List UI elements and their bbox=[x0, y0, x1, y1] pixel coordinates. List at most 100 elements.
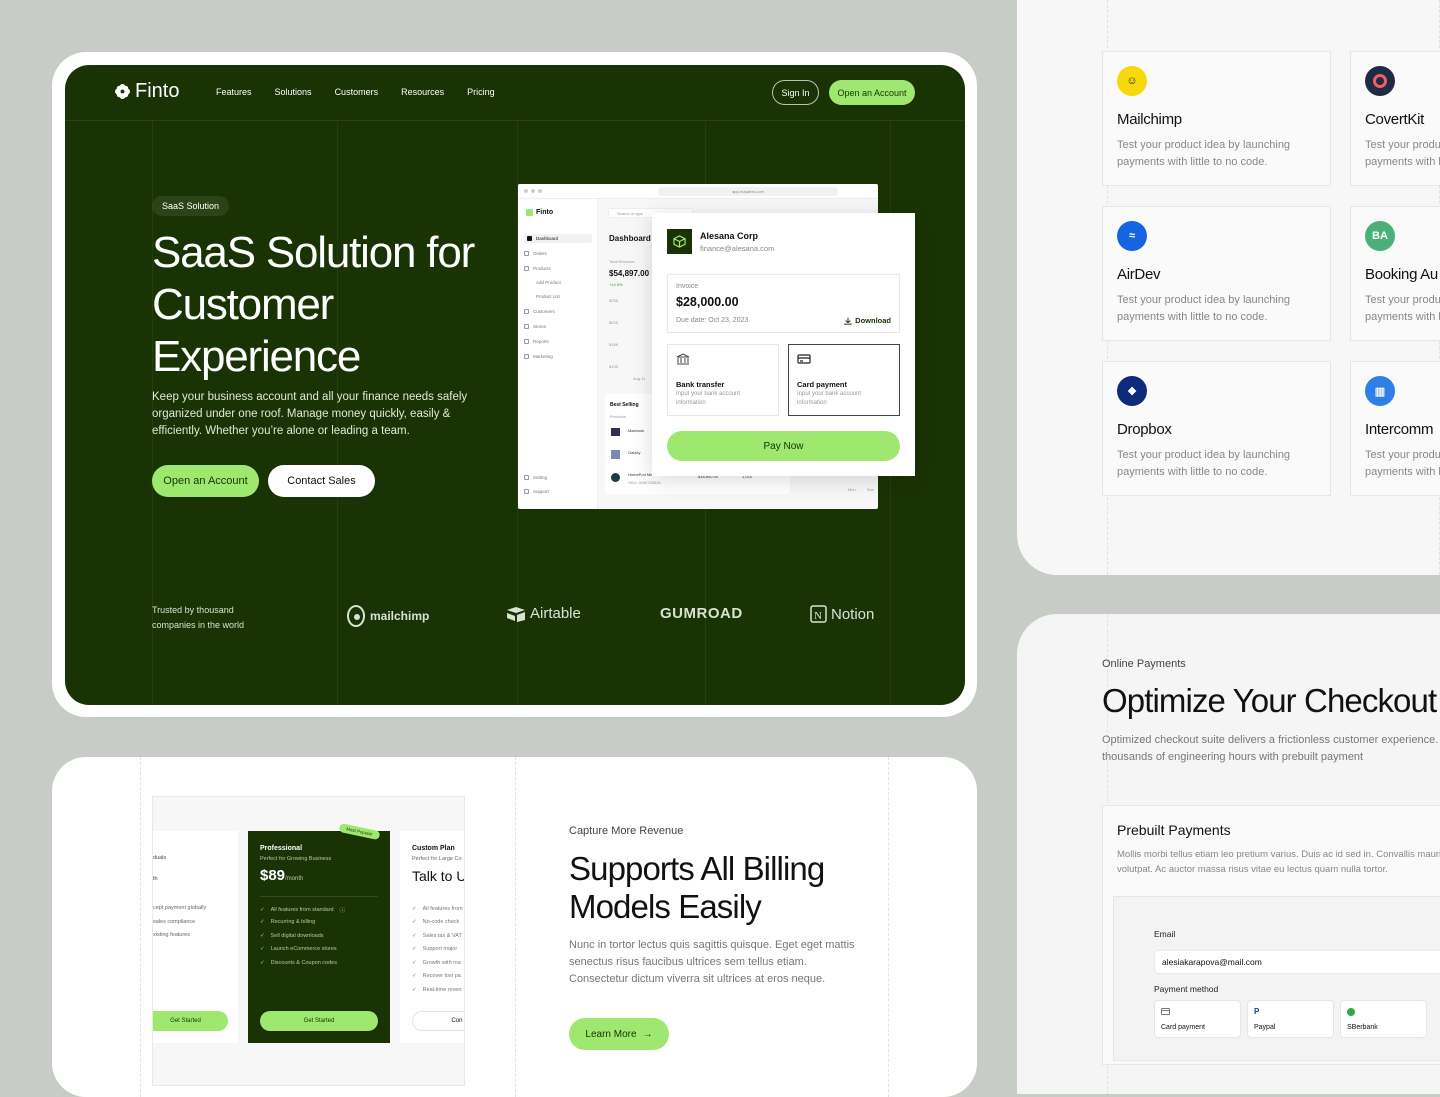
invoice-label: Invoice bbox=[676, 283, 699, 290]
integration-name: CovertKit bbox=[1365, 111, 1424, 128]
sidebar-item-customers[interactable]: Customers bbox=[524, 309, 555, 314]
product-name: Galaxy bbox=[628, 450, 641, 455]
sign-in-button[interactable]: Sign In bbox=[772, 80, 819, 105]
method-card-payment[interactable]: Card payment bbox=[1154, 1000, 1241, 1038]
sidebar-item-stores[interactable]: Stores bbox=[524, 324, 546, 329]
sidebar-item-dashboard[interactable]: Dashboard bbox=[524, 234, 592, 243]
plan-name: Professional bbox=[260, 845, 303, 852]
integration-desc: Test your product idea by launching paym… bbox=[1117, 294, 1291, 323]
integration-card-dropbox[interactable]: ❖ Dropbox Test your product idea by laun… bbox=[1102, 361, 1331, 496]
method-label: Card payment bbox=[1161, 1024, 1205, 1031]
nav-pricing[interactable]: Pricing bbox=[467, 87, 495, 97]
nav-resources[interactable]: Resources bbox=[401, 87, 444, 97]
hero-description: Keep your business account and all your … bbox=[152, 391, 468, 437]
invoice-amount: $28,000.00 bbox=[676, 295, 739, 309]
plan-feature: ✓ All features from standard ⓘ bbox=[260, 907, 346, 914]
top-nav: Finto Features Solutions Customers Resou… bbox=[65, 65, 965, 121]
invoice-popup: Alesana Corp finance@alesana.com Invoice… bbox=[652, 213, 915, 476]
revenue-value: $54,897.00 bbox=[609, 269, 650, 278]
learn-more-button[interactable]: Learn More → bbox=[569, 1018, 669, 1050]
integration-desc: Test your product idea by launching paym… bbox=[1365, 139, 1440, 168]
plan-professional: Professional Perfect for Growing Busines… bbox=[248, 831, 390, 1043]
plan-feature: ✓ Recurring & billing bbox=[260, 919, 316, 925]
sidebar-item-setting[interactable]: Setting bbox=[524, 475, 547, 480]
integration-card-airdev[interactable]: ≈ AirDev Test your product idea by launc… bbox=[1102, 206, 1331, 341]
plan-feature: ✓ No-code check bbox=[412, 919, 460, 925]
sidebar-item-product-list[interactable]: Product List bbox=[536, 294, 560, 299]
sidebar-item-marketing[interactable]: Marketing bbox=[524, 354, 553, 359]
day-label: Sun bbox=[867, 487, 875, 492]
revenue-label: Total Revenue bbox=[609, 259, 635, 264]
mailchimp-logo-icon bbox=[347, 605, 365, 627]
check-icon: ✓ bbox=[260, 919, 265, 925]
plan-price: Talk to U bbox=[412, 868, 465, 884]
product-name: HomePod Mini bbox=[628, 472, 655, 477]
sberbank-icon bbox=[1347, 1008, 1355, 1016]
get-started-button[interactable]: Get Started bbox=[260, 1011, 378, 1031]
get-started-button[interactable]: Get Started bbox=[153, 1011, 228, 1031]
dropbox-icon: ❖ bbox=[1117, 376, 1147, 406]
pay-now-button[interactable]: Pay Now bbox=[667, 431, 900, 461]
integration-desc: Test your product idea by launching paym… bbox=[1365, 294, 1440, 323]
prebuilt-title: Prebuilt Payments bbox=[1117, 822, 1231, 838]
card-icon bbox=[797, 354, 811, 364]
method-paypal[interactable]: P Paypal bbox=[1247, 1000, 1334, 1038]
plan-feature: ✓ Growth with ma bbox=[412, 960, 461, 966]
logo[interactable]: Finto bbox=[115, 80, 179, 103]
nav-solutions[interactable]: Solutions bbox=[275, 87, 312, 97]
integrations-section: ☺ Mailchimp Test your product idea by la… bbox=[1017, 0, 1440, 575]
y-tick: $25K bbox=[609, 298, 619, 303]
nav-customers[interactable]: Customers bbox=[335, 87, 379, 97]
plan-feature: ✓ Support major bbox=[412, 946, 458, 952]
nav-features[interactable]: Features bbox=[216, 87, 252, 97]
products-label: Products bbox=[610, 414, 626, 419]
y-tick: $10K bbox=[609, 364, 619, 369]
dashboard-sidebar: Finto Dashboard Orders Products Add Prod… bbox=[518, 199, 598, 509]
open-account-nav-button[interactable]: Open an Account bbox=[829, 80, 915, 105]
integration-card-mailchimp[interactable]: ☺ Mailchimp Test your product idea by la… bbox=[1102, 51, 1331, 186]
method-sberbank[interactable]: SBerbank bbox=[1340, 1000, 1427, 1038]
pricing-section: duals th cept payment globally sales com… bbox=[52, 757, 977, 1097]
mailchimp-icon: ☺ bbox=[1117, 66, 1147, 96]
email-field[interactable]: alesiakarapova@mail.com bbox=[1154, 950, 1440, 974]
open-account-button[interactable]: Open an Account bbox=[152, 465, 259, 497]
payment-option-title: Card payment bbox=[797, 380, 848, 389]
download-icon bbox=[844, 317, 852, 325]
plan-feature: ✓ All features from bbox=[412, 906, 463, 912]
billing-caption: Capture More Revenue bbox=[569, 825, 684, 837]
sidebar-item-add-product[interactable]: Add Product bbox=[536, 280, 561, 285]
plan-feature: cept payment globally bbox=[153, 905, 207, 911]
url-bar: app.nusalem.com bbox=[658, 187, 838, 196]
integration-name: Dropbox bbox=[1117, 421, 1172, 438]
payment-option-sub: Input your bank account information bbox=[797, 391, 862, 406]
trusted-text: Trusted by thousand companies in the wor… bbox=[152, 605, 245, 630]
download-button[interactable]: Download bbox=[844, 316, 891, 325]
plan-feature: ✓ Real-time reven bbox=[412, 987, 462, 993]
airdev-icon: ≈ bbox=[1117, 221, 1147, 251]
hero-section: Finto Features Solutions Customers Resou… bbox=[65, 65, 965, 705]
product-thumb bbox=[611, 473, 620, 482]
plan-sub: duals bbox=[153, 855, 167, 861]
contact-button[interactable]: Con bbox=[412, 1011, 464, 1031]
integration-card-booking[interactable]: BA Booking Au Test your product idea by … bbox=[1350, 206, 1440, 341]
integration-card-intercom[interactable]: ▥ Intercomm Test your product idea by la… bbox=[1350, 361, 1440, 496]
info-icon: ⓘ bbox=[339, 908, 346, 914]
integration-desc: Test your product idea by launching paym… bbox=[1117, 139, 1291, 168]
payment-option-card[interactable]: Card payment Input your bank account inf… bbox=[788, 344, 900, 416]
integration-card-convertkit[interactable]: CovertKit Test your product idea by laun… bbox=[1350, 51, 1440, 186]
prebuilt-payments-card: Prebuilt Payments Mollis morbi tellus et… bbox=[1102, 805, 1440, 1065]
sidebar-item-products[interactable]: Products bbox=[524, 266, 551, 271]
sidebar-item-orders[interactable]: Orders bbox=[524, 251, 547, 256]
convertkit-icon bbox=[1365, 66, 1395, 96]
sidebar-item-reports[interactable]: Reports bbox=[524, 339, 549, 344]
payment-option-title: Bank transfer bbox=[676, 380, 725, 389]
plan-feature: ✓ Recover lost pa bbox=[412, 973, 461, 979]
plan-feature: sales compliance bbox=[153, 919, 196, 925]
checkout-form: Email alesiakarapova@mail.com Payment me… bbox=[1113, 896, 1440, 1061]
sidebar-item-support[interactable]: Support bbox=[524, 489, 549, 494]
company-email: finance@alesana.com bbox=[700, 244, 775, 253]
brand-airtable: Airtable bbox=[506, 605, 581, 622]
contact-sales-button[interactable]: Contact Sales bbox=[268, 465, 375, 497]
payment-option-bank-transfer[interactable]: Bank transfer Input your bank account in… bbox=[667, 344, 779, 416]
integration-name: Intercomm bbox=[1365, 421, 1434, 438]
